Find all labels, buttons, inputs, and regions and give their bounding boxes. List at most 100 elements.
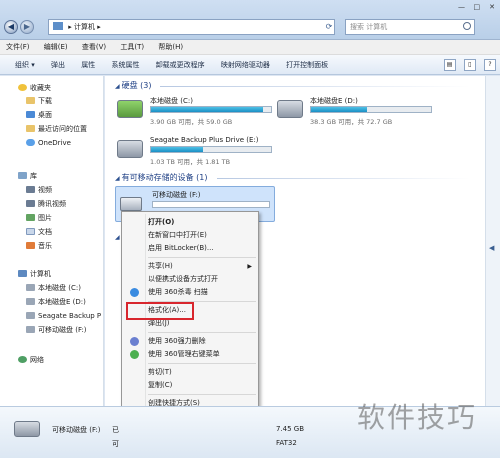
nav-item-music[interactable]: 音乐 [26, 240, 52, 253]
nav-item-recent[interactable]: 最近访问的位置 [26, 123, 87, 136]
forward-button[interactable]: ▶ [20, 20, 34, 34]
uninstall-program-button[interactable]: 卸载或更改程序 [149, 55, 212, 75]
nav-libraries[interactable]: 库 [18, 170, 37, 183]
nav-item-desktop[interactable]: 桌面 [26, 109, 52, 122]
drive-name: 本地磁盘 (C:) [150, 97, 193, 105]
nav-item-label: 最近访问的位置 [38, 125, 87, 133]
network-icon [18, 356, 27, 363]
chevron-left-icon[interactable]: ◀ [489, 244, 494, 252]
nav-favorites[interactable]: 收藏夹 [18, 82, 51, 95]
drive-tile-c[interactable]: 本地磁盘 (C:) 3.90 GB 可用，共 59.0 GB [117, 94, 282, 128]
nav-network[interactable]: 网络 [18, 354, 44, 367]
details-type-label: 可 [112, 440, 119, 448]
drive-usage-fill [151, 147, 203, 152]
context-menu-item[interactable]: 使用 360杀毒 扫描 [148, 286, 208, 299]
group-header-removable[interactable]: ◢ 有可移动存储的设备 (1) [115, 172, 208, 184]
right-scroll-edge[interactable]: ◀ [485, 76, 500, 406]
map-network-drive-button[interactable]: 映射网络驱动器 [214, 55, 277, 75]
close-button[interactable]: ✕ [486, 2, 498, 12]
menu-separator [148, 363, 256, 364]
video-icon [26, 200, 35, 207]
search-input[interactable]: 搜索 计算机 [345, 19, 475, 35]
nav-item-label: 腾讯视频 [38, 200, 66, 208]
help-icon[interactable]: ? [484, 59, 496, 71]
eject-button[interactable]: 弹出 [44, 55, 72, 75]
drive-usage-bar [150, 146, 272, 153]
menu-separator [148, 257, 256, 258]
drive-name: Seagate Backup Plus Drive (E:) [150, 136, 259, 144]
folder-icon [26, 97, 35, 104]
context-menu-item[interactable]: 复制(C) [148, 379, 172, 392]
details-file-system: FAT32 [276, 439, 297, 447]
menu-help[interactable]: 帮助(H) [152, 40, 189, 55]
recent-places-icon [26, 125, 35, 132]
usb-drive-icon [26, 326, 35, 333]
nav-item-label: 本地磁盘 (C:) [38, 284, 81, 292]
drive-icon [26, 312, 35, 319]
drive-name: 本地磁盘E (D:) [310, 97, 358, 105]
nav-computer[interactable]: 计算机 [18, 268, 51, 281]
nav-item-drive-c[interactable]: 本地磁盘 (C:) [26, 282, 81, 295]
picture-icon [26, 214, 35, 221]
nav-item-label: Seagate Backup P [38, 312, 102, 320]
back-button[interactable]: ◀ [4, 20, 18, 34]
drive-free-space: 1.03 TB 可用，共 1.81 TB [150, 158, 231, 166]
drive-usage-fill [151, 107, 263, 112]
shield-icon [130, 288, 139, 297]
group-header-label: 有可移动存储的设备 (1) [121, 173, 208, 182]
shield-icon [130, 337, 139, 346]
minimize-button[interactable]: — [456, 2, 468, 12]
nav-item-drive-e[interactable]: Seagate Backup P [26, 310, 101, 323]
refresh-icon[interactable]: ⟳ [322, 19, 336, 35]
nav-item-onedrive[interactable]: OneDrive [26, 137, 71, 150]
address-field[interactable]: ▸ 计算机 ▸ [48, 19, 335, 35]
context-menu-item[interactable]: 启用 BitLocker(B)... [148, 242, 214, 255]
drive-usage-bar [152, 201, 270, 208]
nav-libraries-label: 库 [30, 172, 37, 180]
preview-pane-icon[interactable]: ▯ [463, 59, 476, 71]
open-control-panel-button[interactable]: 打开控制面板 [279, 55, 335, 75]
cloud-icon [26, 139, 35, 146]
nav-item-label: 下载 [38, 97, 52, 105]
menu-separator [148, 332, 256, 333]
menu-view[interactable]: 查看(V) [76, 40, 112, 55]
nav-item-drive-d[interactable]: 本地磁盘E (D:) [26, 296, 86, 309]
context-menu-item[interactable]: 打开(O) [148, 216, 174, 229]
organize-button[interactable]: 组织 ▾ [8, 55, 42, 75]
nav-item-label: 文档 [38, 228, 52, 236]
nav-item-label: 可移动磁盘 (F:) [38, 326, 87, 334]
context-menu-item[interactable]: 剪切(T) [148, 366, 172, 379]
group-header-label: 硬盘 (3) [121, 81, 152, 90]
nav-item-downloads[interactable]: 下载 [26, 95, 52, 108]
nav-item-tencent-video[interactable]: 腾讯视频 [26, 198, 66, 211]
context-menu-item[interactable]: 在新窗口中打开(E) [148, 229, 207, 242]
video-icon [26, 186, 35, 193]
drive-tile-d[interactable]: 本地磁盘E (D:) 38.3 GB 可用，共 72.7 GB [277, 94, 442, 128]
nav-item-label: 桌面 [38, 111, 52, 119]
menu-edit[interactable]: 编辑(E) [38, 40, 74, 55]
system-properties-button[interactable]: 系统属性 [104, 55, 146, 75]
menu-file[interactable]: 文件(F) [0, 40, 36, 55]
nav-item-drive-f[interactable]: 可移动磁盘 (F:) [26, 324, 87, 337]
group-header-hard-disks[interactable]: ◢ 硬盘 (3) [115, 80, 152, 92]
context-menu-item[interactable]: 以便携式设备方式打开 [148, 273, 218, 286]
maximize-button[interactable]: □ [471, 2, 483, 12]
library-icon [18, 172, 27, 179]
context-menu-item[interactable]: 使用 360强力删除 [148, 335, 206, 348]
nav-item-documents[interactable]: 文档 [26, 226, 52, 239]
properties-button[interactable]: 属性 [74, 55, 102, 75]
context-menu-item[interactable]: 使用 360管理右键菜单 [148, 348, 220, 361]
view-options-icon[interactable]: ▤ [443, 59, 456, 71]
desktop-icon [26, 111, 35, 118]
nav-network-label: 网络 [30, 356, 44, 364]
group-divider [160, 86, 470, 87]
nav-item-label: OneDrive [38, 139, 71, 147]
context-menu-item[interactable]: 共享(H) [148, 260, 173, 273]
nav-item-pictures[interactable]: 图片 [26, 212, 52, 225]
collapse-arrow-icon: ◢ [115, 83, 120, 90]
nav-item-videos[interactable]: 视频 [26, 184, 52, 197]
menu-tools[interactable]: 工具(T) [114, 40, 150, 55]
format-highlight-box [126, 302, 194, 320]
drive-tile-e[interactable]: Seagate Backup Plus Drive (E:) 1.03 TB 可… [117, 134, 282, 168]
window-controls: — □ ✕ [455, 2, 498, 12]
